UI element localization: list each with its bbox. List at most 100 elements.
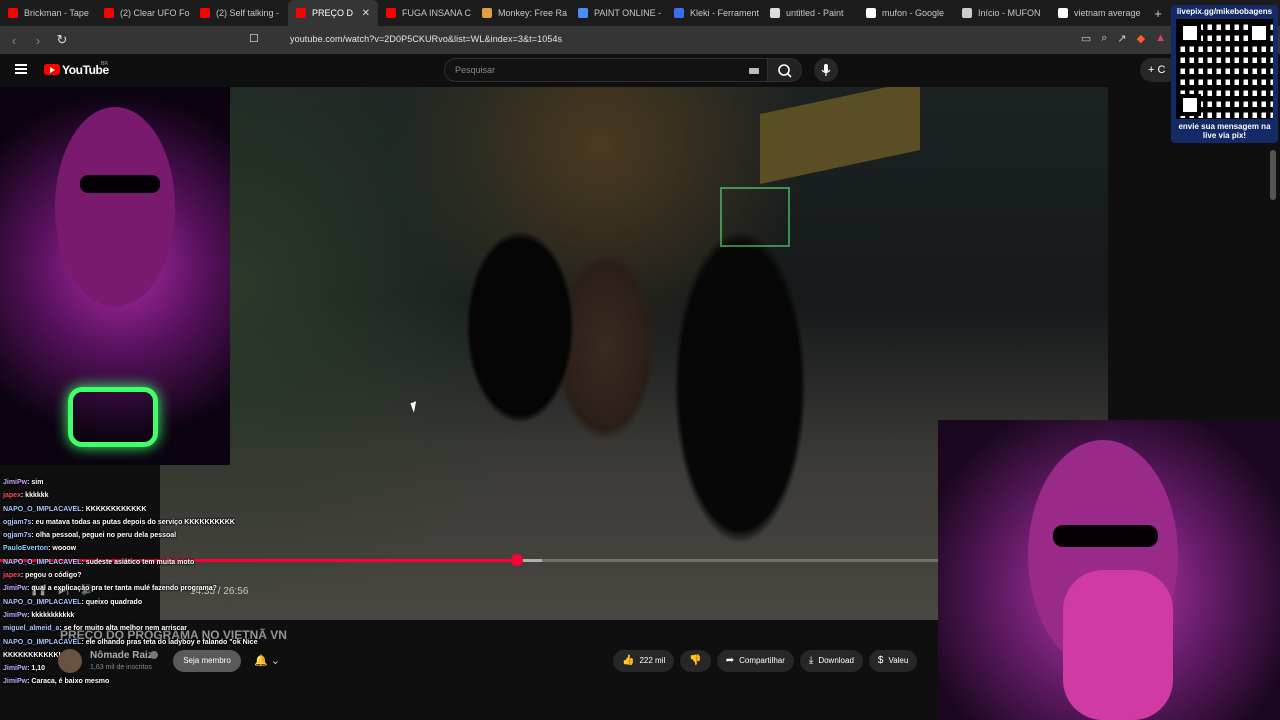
dislike-button[interactable]: 👎 xyxy=(680,650,711,672)
browser-tab[interactable]: FUGA INSANA C xyxy=(378,0,474,26)
zoom-icon[interactable]: ⌕ xyxy=(1101,32,1107,45)
tab-favicon-icon xyxy=(866,8,876,18)
chat-text: : queixo quadrado xyxy=(81,598,143,606)
channel-avatar[interactable] xyxy=(58,649,82,673)
channel-name[interactable]: Nômade Raiz xyxy=(90,650,153,661)
browser-tab[interactable]: (2) Self talking - xyxy=(192,0,288,26)
qr-code xyxy=(1176,19,1273,119)
browser-tab[interactable]: vietnam average xyxy=(1050,0,1146,26)
address-bar[interactable]: youtube.com/watch?v=2D0P5CKURvo&list=WL&… xyxy=(290,34,562,44)
sunglasses xyxy=(80,175,160,193)
menu-icon[interactable] xyxy=(15,64,27,74)
download-label: Download xyxy=(818,656,854,665)
share-icon[interactable]: ↗ xyxy=(1117,32,1126,45)
keyboard-icon[interactable] xyxy=(749,68,759,74)
browser-tab[interactable]: Brickman - Tape xyxy=(0,0,96,26)
youtube-logo-icon[interactable] xyxy=(44,64,60,75)
chat-username: miguel_almeid_a xyxy=(3,625,60,633)
search-button[interactable] xyxy=(768,58,802,82)
browser-tab[interactable]: PREÇO D ✕ xyxy=(288,0,378,26)
tab-favicon-icon xyxy=(386,8,396,18)
scrollbar[interactable] xyxy=(1270,150,1276,200)
streamer-hand xyxy=(1063,570,1173,720)
chat-username: JimiPw xyxy=(3,665,28,673)
reload-icon[interactable]: ↻ xyxy=(52,32,72,48)
webcam-right xyxy=(938,420,1280,720)
chat-message: japex: pegou o código? xyxy=(3,569,303,582)
qr-url: livepix.gg/mikebobagens xyxy=(1176,7,1273,16)
chat-text: : Caraca, é baixo mesmo xyxy=(27,678,110,686)
like-button[interactable]: 👍 222 mil xyxy=(613,650,675,672)
microphone-icon xyxy=(821,64,831,76)
share-label: Compartilhar xyxy=(739,656,785,665)
navigation-bar: ‹ › ↻ ☐ youtube.com/watch?v=2D0P5CKURvo&… xyxy=(0,26,1280,54)
rewards-icon[interactable]: ▲ xyxy=(1155,32,1166,45)
scrubber-handle[interactable] xyxy=(510,554,523,566)
close-tab-icon[interactable]: ✕ xyxy=(362,8,370,19)
share-button[interactable]: ➦ Compartilhar xyxy=(716,650,794,672)
bell-icon: 🔔 xyxy=(254,655,268,667)
webcam-left xyxy=(0,87,230,465)
chat-text: : 1,10 xyxy=(27,665,46,673)
tab-label: FUGA INSANA C xyxy=(402,8,472,18)
video-actions: 👍 222 mil 👎 ➦ Compartilhar ⤓ Download $ Vale… xyxy=(613,650,918,672)
chat-text: : kkkkkkkkkkk xyxy=(27,611,75,619)
notification-bell-button[interactable]: 🔔 ⌄ xyxy=(250,650,290,672)
browser-tab[interactable]: PAINT ONLINE - xyxy=(570,0,666,26)
browser-tab[interactable]: Início - MUFON xyxy=(954,0,1050,26)
browser-tab[interactable]: (2) Clear UFO Fo xyxy=(96,0,192,26)
chat-message: ogjam7s: eu matava todas as putas depois… xyxy=(3,516,303,529)
browser-tab[interactable]: untitled - Paint xyxy=(762,0,858,26)
chat-text: : qual a explicação pra ter tanta mulé f… xyxy=(27,585,217,593)
chat-text: : ele olhando pras teta do ladyboy e fal… xyxy=(81,638,258,646)
tab-favicon-icon xyxy=(482,8,492,18)
tab-label: (2) Self talking - xyxy=(216,8,280,18)
brave-shield-icon[interactable]: ◆ xyxy=(1137,32,1145,45)
voice-search-button[interactable] xyxy=(814,58,838,82)
download-button[interactable]: ⤓ Download xyxy=(799,650,863,672)
cast-icon[interactable]: ▭ xyxy=(1081,32,1091,45)
back-icon[interactable]: ‹ xyxy=(4,33,24,48)
tab-favicon-icon xyxy=(8,8,18,18)
tab-label: PREÇO D xyxy=(312,8,354,18)
share-arrow-icon: ➦ xyxy=(725,655,735,666)
chat-message: JimiPw: qual a explicação pra ter tanta … xyxy=(3,582,303,595)
browser-tab[interactable]: Monkey: Free Ra xyxy=(474,0,570,26)
tab-label: Monkey: Free Ra xyxy=(498,8,568,18)
thanks-button[interactable]: $ Valeu xyxy=(868,650,918,672)
chat-username: JimiPw xyxy=(3,479,28,486)
chat-text: : kkkkkk xyxy=(20,492,49,500)
chat-text: : sim xyxy=(27,479,44,486)
streamer-head xyxy=(55,107,175,307)
chat-message: JimiPw: sim xyxy=(3,476,303,489)
tab-label: Kleki - Ferrament xyxy=(690,8,760,18)
chat-message: NAPO_O_IMPLACAVEL: KKKKKKKKKKKK xyxy=(3,503,303,516)
chat-message: NAPO_O_IMPLACAVEL: queixo quadrado xyxy=(3,596,303,609)
chat-username: ogjam7s xyxy=(3,532,32,540)
neon-sign xyxy=(720,187,790,247)
forward-icon[interactable]: › xyxy=(28,33,48,48)
chat-message: PauloEverton: wooow xyxy=(3,542,303,555)
browser-tab[interactable]: Kleki - Ferrament xyxy=(666,0,762,26)
youtube-header: YouTube BR Pesquisar + C xyxy=(0,54,1280,87)
chat-username: NAPO_O_IMPLACAVEL xyxy=(3,558,82,566)
chat-message: miguel_almeid_a: se for muito alta melho… xyxy=(3,622,303,635)
tab-label: Início - MUFON xyxy=(978,8,1041,18)
country-code: BR xyxy=(101,61,108,67)
chat-username: NAPO_O_IMPLACAVEL xyxy=(3,638,82,646)
super-thanks-icon: $ xyxy=(877,655,884,666)
tab-label: mufon - Google xyxy=(882,8,945,18)
chat-username: JimiPw xyxy=(3,585,28,593)
chat-text: : eu matava todas as putas depois do ser… xyxy=(31,518,235,526)
verified-icon xyxy=(150,651,158,659)
like-count: 222 mil xyxy=(639,656,666,665)
subscriber-count: 1,63 mil de inscritos xyxy=(90,664,152,671)
tab-label: (2) Clear UFO Fo xyxy=(120,8,190,18)
tab-favicon-icon xyxy=(578,8,588,18)
browser-tab[interactable]: mufon - Google xyxy=(858,0,954,26)
qr-caption: envie sua mensagem na live via pix! xyxy=(1178,122,1271,140)
bookmark-icon[interactable]: ☐ xyxy=(249,32,259,45)
search-input[interactable]: Pesquisar xyxy=(444,58,768,82)
new-tab-icon[interactable]: + xyxy=(1146,6,1170,21)
join-button[interactable]: Seja membro xyxy=(173,650,241,672)
